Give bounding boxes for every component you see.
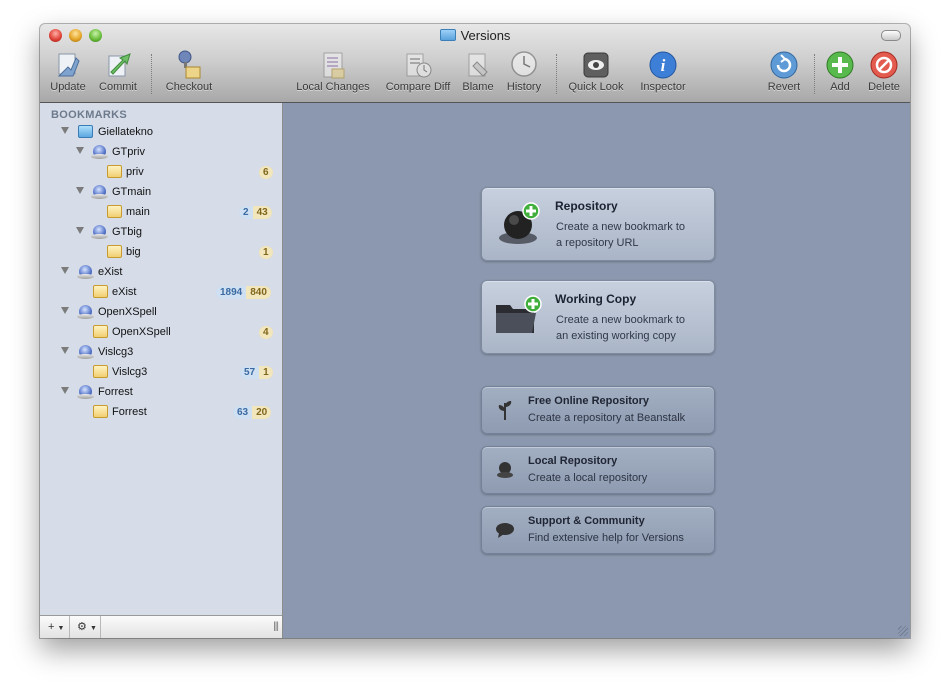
history-icon (509, 50, 539, 80)
sidebar-item-gtbig[interactable]: GTbig (40, 223, 282, 243)
main-content: Repository Create a new bookmark to a re… (283, 103, 910, 638)
title-bar: Versions Update Commit Checkout Local Ch… (40, 24, 910, 103)
repository-icon (77, 345, 94, 359)
add-button[interactable]: Add (822, 50, 858, 98)
new-working-copy-bookmark-button[interactable]: Working Copy Create a new bookmark to an… (481, 280, 715, 354)
blame-button[interactable]: Blame (460, 50, 496, 98)
folder-icon (494, 295, 542, 346)
support-community-button[interactable]: Support & Community Find extensive help … (481, 506, 715, 554)
repository-icon (77, 265, 94, 279)
checkout-button[interactable]: Checkout (161, 50, 217, 98)
revert-icon (769, 50, 799, 80)
sidebar-item-forrest-working-copy[interactable]: Forrest 63 20 (40, 403, 282, 423)
status-badge: 4 (259, 326, 273, 339)
quick-look-button[interactable]: Quick Look (565, 50, 627, 98)
folder-icon (93, 365, 108, 378)
folder-icon (107, 205, 122, 218)
status-badge: 63 20 (233, 406, 272, 419)
commit-button[interactable]: Commit (95, 50, 141, 98)
disclosure-triangle-icon[interactable] (76, 187, 84, 194)
sidebar-item-priv[interactable]: priv 6 (40, 163, 282, 183)
sidebar-item-exist-working-copy[interactable]: eXist 1894 840 (40, 283, 282, 303)
folder-icon (107, 165, 122, 178)
inspector-button[interactable]: i Inspector (635, 50, 691, 98)
toolbar-toggle-button[interactable] (881, 30, 901, 41)
sidebar-item-forrest[interactable]: Forrest (40, 383, 282, 403)
folder-icon (93, 325, 108, 338)
sidebar-item-openxspell-working-copy[interactable]: OpenXSpell 4 (40, 323, 282, 343)
history-button[interactable]: History (502, 50, 546, 98)
disclosure-triangle-icon[interactable] (61, 307, 69, 314)
status-badge: 2 43 (239, 206, 272, 219)
toolbar-separator (556, 54, 558, 94)
toolbar-separator (814, 54, 816, 94)
disclosure-triangle-icon[interactable] (76, 147, 84, 154)
sidebar-bottom-bar: + ▼ ⚙ ▼ ||| (40, 615, 282, 638)
disclosure-triangle-icon[interactable] (61, 387, 69, 394)
window-resize-grip[interactable] (898, 626, 908, 636)
folder-icon (78, 125, 93, 138)
repository-icon (77, 385, 94, 399)
sidebar-item-vislcg3[interactable]: Vislcg3 (40, 343, 282, 363)
repository-icon (496, 202, 542, 253)
beanstalk-icon (496, 399, 514, 426)
local-repository-button[interactable]: Local Repository Create a local reposito… (481, 446, 715, 494)
gear-menu-button[interactable]: ⚙ ▼ (77, 620, 97, 634)
sidebar-item-exist[interactable]: eXist (40, 263, 282, 283)
sidebar-item-gtmain[interactable]: GTmain (40, 183, 282, 203)
app-window: Versions Update Commit Checkout Local Ch… (40, 24, 910, 638)
free-online-repository-button[interactable]: Free Online Repository Create a reposito… (481, 386, 715, 434)
sidebar-item-main[interactable]: main 2 43 (40, 203, 282, 223)
chevron-down-icon: ▼ (57, 625, 65, 632)
speech-bubble-icon (495, 521, 515, 544)
sidebar: BOOKMARKS Giellatekno GTpriv priv 6 GTma… (40, 103, 283, 638)
status-badge: 1894 840 (216, 286, 271, 299)
repository-icon (91, 225, 108, 239)
disclosure-triangle-icon[interactable] (76, 227, 84, 234)
gear-icon: ⚙ (77, 621, 87, 633)
window-title: Versions (40, 28, 910, 44)
sidebar-item-openxspell[interactable]: OpenXSpell (40, 303, 282, 323)
commit-icon (103, 50, 133, 80)
folder-icon (93, 285, 108, 298)
quick-look-icon (581, 50, 611, 80)
disclosure-triangle-icon[interactable] (61, 127, 69, 134)
sidebar-item-giellatekno[interactable]: Giellatekno (40, 123, 282, 143)
compare-diff-icon (403, 50, 433, 80)
compare-diff-button[interactable]: Compare Diff (381, 50, 455, 98)
disclosure-triangle-icon[interactable] (61, 267, 69, 274)
repository-icon (77, 305, 94, 319)
folder-icon (107, 245, 122, 258)
update-button[interactable]: Update (48, 50, 88, 98)
repository-icon (91, 145, 108, 159)
revert-button[interactable]: Revert (762, 50, 806, 98)
svg-text:i: i (661, 56, 666, 75)
folder-icon (439, 29, 456, 41)
new-repository-bookmark-button[interactable]: Repository Create a new bookmark to a re… (481, 187, 715, 261)
sidebar-item-vislcg3-working-copy[interactable]: Vislcg3 57 1 (40, 363, 282, 383)
repository-icon (496, 460, 514, 485)
blame-icon (463, 50, 493, 80)
sidebar-item-gtpriv[interactable]: GTpriv (40, 143, 282, 163)
toolbar-separator (151, 54, 153, 94)
delete-icon (869, 50, 899, 80)
bookmarks-header: BOOKMARKS (51, 109, 128, 121)
add-icon (825, 50, 855, 80)
local-changes-icon (318, 50, 348, 80)
folder-icon (93, 405, 108, 418)
update-icon (53, 50, 83, 80)
sidebar-item-big[interactable]: big 1 (40, 243, 282, 263)
add-bookmark-button[interactable]: + ▼ (48, 620, 64, 634)
local-changes-button[interactable]: Local Changes (293, 50, 373, 98)
chevron-down-icon: ▼ (89, 625, 97, 632)
status-badge: 1 (259, 246, 273, 259)
checkout-icon (174, 50, 204, 80)
status-badge: 57 1 (240, 366, 273, 379)
sidebar-resize-handle[interactable]: ||| (273, 621, 279, 632)
disclosure-triangle-icon[interactable] (61, 347, 69, 354)
repository-icon (91, 185, 108, 199)
status-badge: 6 (259, 166, 273, 179)
delete-button[interactable]: Delete (864, 50, 904, 98)
inspector-icon: i (648, 50, 678, 80)
